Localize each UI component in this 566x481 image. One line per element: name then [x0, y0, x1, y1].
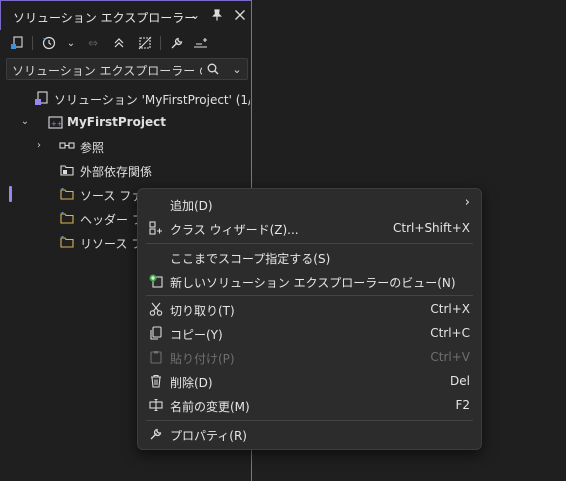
menu-item-add[interactable]: 追加(D) › [142, 192, 478, 216]
tree-label-references: 参照 [80, 141, 105, 155]
svg-text:++: ++ [51, 120, 63, 128]
wrench-icon[interactable] [168, 34, 186, 52]
menu-item-paste[interactable]: 貼り付け(P) Ctrl+V [142, 345, 478, 369]
menu-item-new-solution-explorer-view[interactable]: 新しいソリューション エクスプローラーのビュー(N) [142, 269, 478, 293]
trash-icon [148, 373, 164, 389]
submenu-chevron-right-icon: › [464, 195, 470, 210]
sync-icon[interactable]: ⇔ [84, 34, 102, 52]
panel-title: ソリューション エクスプローラー [13, 11, 197, 25]
menu-label: 追加(D) [170, 199, 213, 213]
dropdown-arrow-icon[interactable]: ⌄ [187, 7, 203, 23]
preview-icon[interactable] [192, 34, 210, 52]
cpp-project-icon: ++ [47, 114, 63, 130]
menu-label: 削除(D) [170, 376, 213, 390]
chevron-down-icon[interactable]: ⌄ [62, 34, 80, 52]
folder-icon [59, 234, 75, 250]
menu-item-delete[interactable]: 削除(D) Del [142, 369, 478, 393]
rename-icon [148, 397, 164, 413]
paste-icon [148, 349, 164, 365]
menu-label: プロパティ(R) [170, 429, 247, 443]
menu-label: 新しいソリューション エクスプローラーのビュー(N) [170, 276, 456, 290]
folder-icon [59, 210, 75, 226]
menu-item-cut[interactable]: 切り取り(T) Ctrl+X [142, 297, 478, 321]
pin-icon[interactable] [209, 7, 225, 23]
menu-label: 切り取り(T) [170, 304, 235, 318]
menu-label: 貼り付け(P) [170, 352, 235, 366]
menu-shortcut: Ctrl+X [430, 302, 470, 316]
menu-label: コピー(Y) [170, 328, 223, 342]
menu-shortcut: F2 [455, 398, 470, 412]
tree-row-references[interactable]: › 参照 [0, 134, 250, 158]
tree-label-solution: ソリューション 'MyFirstProject' (1/1 のプロ [54, 93, 250, 107]
menu-item-scope-to-this[interactable]: ここまでスコープ指定する(S) [142, 245, 478, 269]
switch-views-icon[interactable] [8, 34, 26, 52]
toolbar-separator [32, 36, 33, 50]
menu-separator [146, 243, 473, 244]
class-wizard-icon [148, 220, 164, 236]
solution-icon [33, 90, 49, 106]
collapse-all-icon[interactable] [110, 34, 128, 52]
search-field[interactable]: ソリューション エクスプローラー の検索 (C ⌄ [6, 58, 248, 80]
new-view-icon [148, 273, 164, 289]
menu-item-properties[interactable]: プロパティ(R) [142, 422, 478, 446]
expand-chevron-right-icon[interactable]: › [32, 138, 46, 152]
pending-changes-filter-icon[interactable] [40, 34, 58, 52]
menu-label: クラス ウィザード(Z)... [170, 223, 299, 237]
expand-chevron-down-icon[interactable]: ⌄ [18, 114, 32, 128]
tree-row-project[interactable]: ⌄ ++ MyFirstProject [0, 110, 250, 134]
menu-shortcut: Ctrl+V [430, 350, 470, 364]
menu-shortcut: Ctrl+Shift+X [393, 221, 470, 235]
menu-item-copy[interactable]: コピー(Y) Ctrl+C [142, 321, 478, 345]
menu-item-rename[interactable]: 名前の変更(M) F2 [142, 393, 478, 417]
close-icon[interactable] [232, 7, 248, 23]
copy-icon [148, 325, 164, 341]
menu-label: 名前の変更(M) [170, 400, 250, 414]
search-icon[interactable] [205, 61, 221, 77]
show-all-files-icon[interactable] [136, 34, 154, 52]
menu-shortcut: Ctrl+C [430, 326, 470, 340]
menu-separator [146, 295, 473, 296]
references-icon [59, 138, 75, 154]
external-dependencies-folder-icon [59, 162, 75, 178]
wrench-icon [148, 426, 164, 442]
toolbar-separator [160, 36, 161, 50]
menu-shortcut: Del [450, 374, 470, 388]
search-input[interactable]: ソリューション エクスプローラー の検索 (C [12, 62, 202, 79]
menu-item-class-wizard[interactable]: クラス ウィザード(Z)... Ctrl+Shift+X [142, 216, 478, 240]
tree-row-solution[interactable]: ソリューション 'MyFirstProject' (1/1 のプロ [0, 86, 250, 110]
panel-titlebar: ソリューション エクスプローラー ⌄ [0, 0, 252, 30]
panel-toolbar: ⌄ ⇔ [0, 30, 252, 56]
menu-separator [146, 420, 473, 421]
tree-row-external-dependencies[interactable]: 外部依存関係 [0, 158, 250, 182]
tree-label-external-dependencies: 外部依存関係 [80, 165, 153, 179]
scissors-icon [148, 301, 164, 317]
menu-label: ここまでスコープ指定する(S) [170, 252, 331, 266]
tree-label-project: MyFirstProject [67, 115, 166, 129]
search-options-chevron-icon[interactable]: ⌄ [229, 61, 245, 77]
context-menu: 追加(D) › クラス ウィザード(Z)... Ctrl+Shift+X ここま… [137, 188, 482, 450]
folder-icon [59, 186, 75, 202]
